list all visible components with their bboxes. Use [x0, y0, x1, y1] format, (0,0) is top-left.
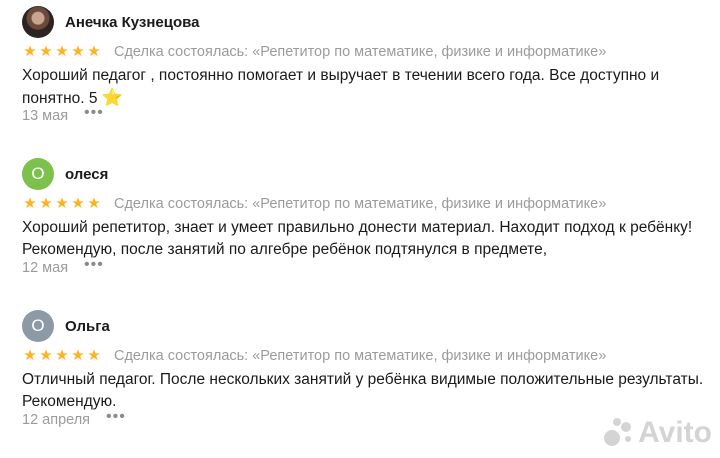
star-icon: ★	[39, 347, 53, 364]
avatar[interactable]: О	[22, 310, 54, 342]
rating-stars: ★ ★ ★ ★ ★	[22, 196, 102, 212]
deal-info: Сделка состоялась: «Репетитор по математ…	[114, 44, 607, 60]
star-icon: ★	[71, 43, 85, 60]
avito-watermark: Avito	[604, 416, 712, 450]
review-header: О Ольга	[22, 309, 110, 343]
rating-row: ★ ★ ★ ★ ★ Сделка состоялась: «Репетитор …	[22, 43, 606, 61]
more-options-icon[interactable]: •••	[106, 409, 126, 425]
rating-stars: ★ ★ ★ ★ ★	[22, 348, 102, 364]
review-text: Хороший педагог , постоянно помогает и в…	[22, 65, 712, 110]
more-options-icon[interactable]: •••	[84, 105, 104, 121]
review-date: 12 мая	[22, 260, 69, 276]
more-options-icon[interactable]: •••	[84, 257, 104, 273]
star-emoji-icon: ⭐	[101, 88, 123, 108]
review-meta: 12 апреля •••	[22, 409, 126, 429]
review-text: Отличный педагог. После нескольких занят…	[22, 371, 704, 410]
deal-info: Сделка состоялась: «Репетитор по математ…	[114, 348, 607, 364]
watermark-text: Avito	[638, 416, 712, 449]
review-meta: 13 мая •••	[22, 105, 104, 125]
star-icon: ★	[71, 195, 85, 212]
avatar[interactable]: О	[22, 158, 54, 190]
star-icon: ★	[23, 195, 37, 212]
star-icon: ★	[39, 195, 53, 212]
star-icon: ★	[55, 195, 69, 212]
review-meta: 12 мая •••	[22, 257, 104, 277]
author-name[interactable]: олеся	[65, 166, 108, 183]
star-icon: ★	[87, 195, 101, 212]
star-icon: ★	[39, 43, 53, 60]
review-header: Анечка Кузнецова	[22, 5, 200, 39]
star-icon: ★	[71, 347, 85, 364]
star-icon: ★	[23, 43, 37, 60]
star-icon: ★	[23, 347, 37, 364]
rating-stars: ★ ★ ★ ★ ★	[22, 44, 102, 60]
rating-row: ★ ★ ★ ★ ★ Сделка состоялась: «Репетитор …	[22, 195, 606, 213]
review-header: О олеся	[22, 157, 108, 191]
author-name[interactable]: Анечка Кузнецова	[65, 14, 200, 31]
author-name[interactable]: Ольга	[65, 318, 110, 335]
avatar[interactable]	[22, 6, 54, 38]
star-icon: ★	[87, 347, 101, 364]
deal-info: Сделка состоялась: «Репетитор по математ…	[114, 196, 607, 212]
review-date: 12 апреля	[22, 412, 91, 428]
star-icon: ★	[55, 43, 69, 60]
star-icon: ★	[55, 347, 69, 364]
star-icon: ★	[87, 43, 101, 60]
review-date: 13 мая	[22, 108, 69, 124]
rating-row: ★ ★ ★ ★ ★ Сделка состоялась: «Репетитор …	[22, 347, 606, 365]
avito-logo-icon	[604, 418, 634, 448]
review-text: Хороший репетитор, знает и умеет правиль…	[22, 219, 693, 258]
